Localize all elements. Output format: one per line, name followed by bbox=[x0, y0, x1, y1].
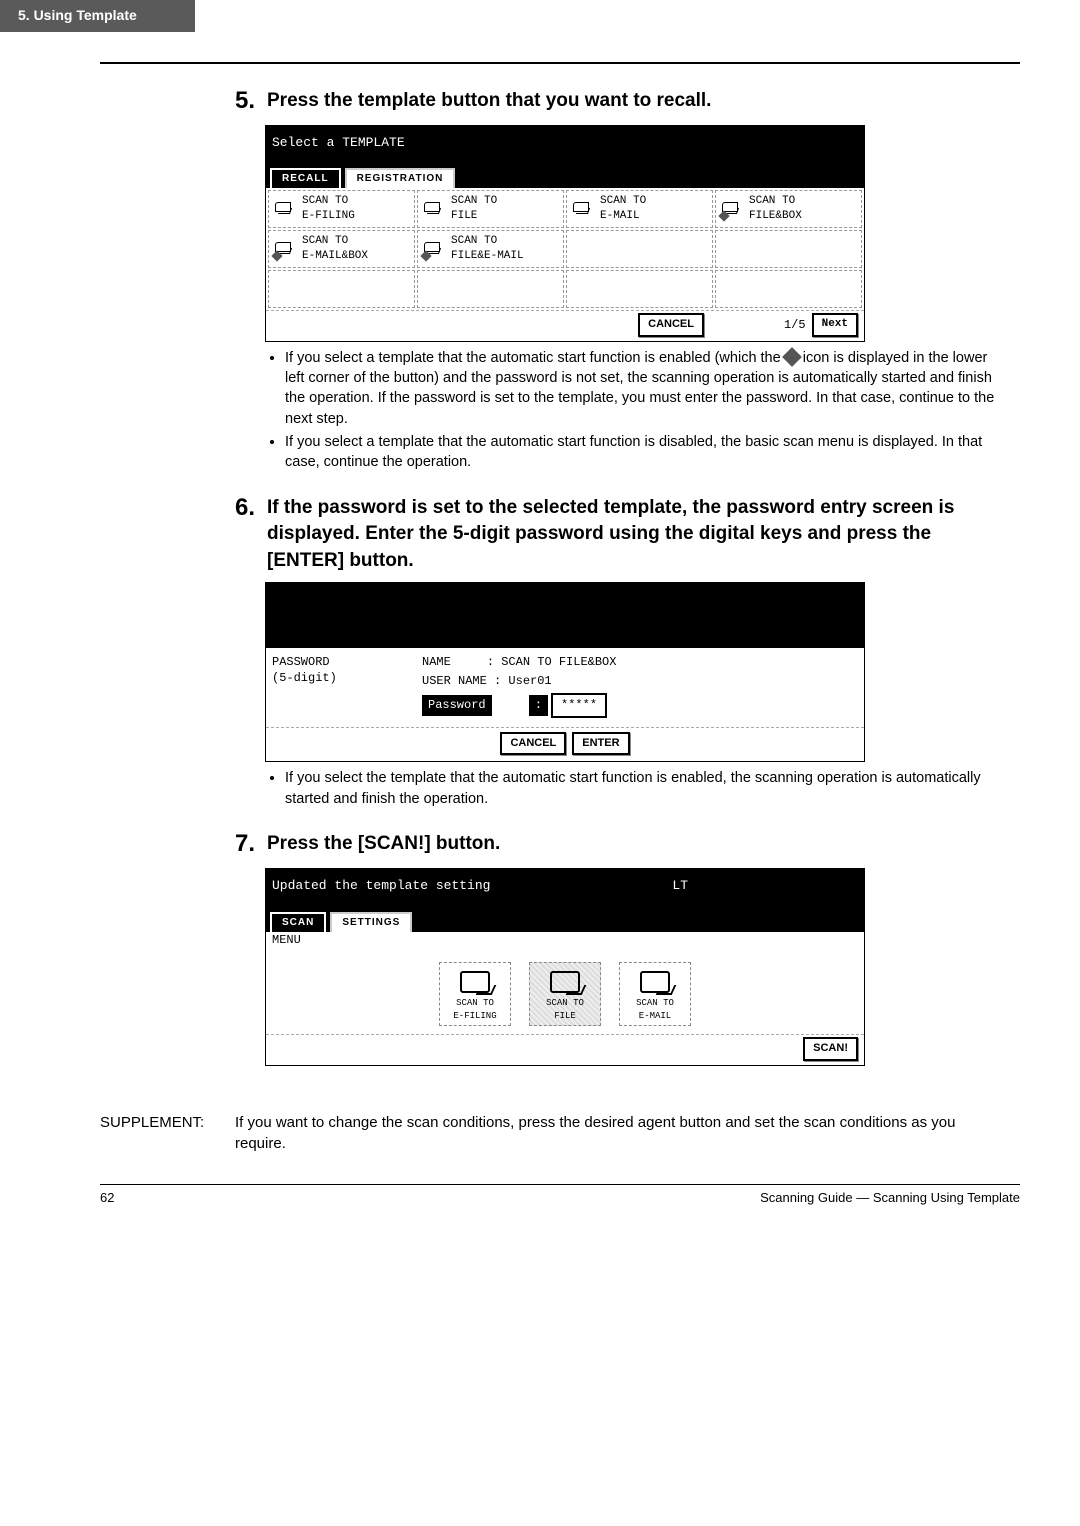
supplement: SUPPLEMENT: If you want to change the sc… bbox=[100, 1112, 995, 1154]
page-footer: 62 Scanning Guide — Scanning Using Templ… bbox=[100, 1184, 1020, 1207]
shot1-bottom: CANCEL 1/5 Next bbox=[266, 310, 864, 340]
password-body: PASSWORD (5-digit) NAME : SCAN TO FILE&B… bbox=[266, 648, 864, 727]
template-label: SCAN TO FILE&E-MAIL bbox=[451, 234, 524, 265]
template-empty bbox=[715, 230, 862, 268]
supplement-label: SUPPLEMENT: bbox=[100, 1112, 235, 1133]
template-grid: SCAN TO E-FILING SCAN TO FILE SCAN TO E-… bbox=[266, 188, 864, 310]
scan-menu: SCAN TO E-FILING SCAN TO FILE SCAN TO E-… bbox=[266, 948, 864, 1034]
shot3-tabs: SCAN SETTINGS bbox=[266, 912, 864, 932]
template-label: SCAN TO FILE bbox=[451, 194, 497, 225]
bullet-text: If you select a template that the automa… bbox=[285, 350, 785, 366]
cancel-button[interactable]: CANCEL bbox=[638, 313, 704, 336]
step-6-number: 6. bbox=[235, 491, 267, 575]
name-value: : SCAN TO FILE&BOX bbox=[487, 655, 617, 669]
template-button[interactable]: SCAN TO E-FILING bbox=[268, 190, 415, 228]
scan-item-label: SCAN TO E-MAIL bbox=[636, 997, 674, 1022]
template-button[interactable]: SCAN TO FILE bbox=[417, 190, 564, 228]
password-input[interactable]: ***** bbox=[551, 693, 607, 718]
step-5-number: 5. bbox=[235, 84, 267, 118]
password-right: NAME : SCAN TO FILE&BOX USER NAME : User… bbox=[422, 654, 858, 721]
step-7-heading: Press the [SCAN!] button. bbox=[267, 827, 500, 861]
tab-registration[interactable]: REGISTRATION bbox=[345, 168, 456, 188]
scan-to-email[interactable]: SCAN TO E-MAIL bbox=[619, 962, 691, 1026]
screenshot-2: PASSWORD (5-digit) NAME : SCAN TO FILE&B… bbox=[265, 582, 865, 762]
step-6: 6. If the password is set to the selecte… bbox=[235, 491, 995, 575]
template-empty bbox=[268, 270, 415, 308]
username-value: : User01 bbox=[494, 674, 552, 688]
page-indicator: 1/5 bbox=[784, 317, 806, 334]
template-button[interactable]: SCAN TO FILE&E-MAIL bbox=[417, 230, 564, 268]
shot2-buttons: CANCEL ENTER bbox=[266, 727, 864, 761]
template-label: SCAN TO E-FILING bbox=[302, 194, 355, 225]
step5-bullets: If you select a template that the automa… bbox=[285, 348, 995, 473]
supplement-text: If you want to change the scan condition… bbox=[235, 1112, 995, 1154]
shot1-tabs: RECALL REGISTRATION bbox=[266, 168, 864, 188]
scan-item-label: SCAN TO E-FILING bbox=[453, 997, 496, 1022]
scan-item-label: SCAN TO FILE bbox=[546, 997, 584, 1022]
screenshot-1: Select a TEMPLATE RECALL REGISTRATION SC… bbox=[265, 125, 865, 342]
bullet-item: If you select a template that the automa… bbox=[285, 348, 995, 429]
step-7-number: 7. bbox=[235, 827, 267, 861]
pager: 1/5 Next bbox=[784, 313, 858, 336]
password-field-label: Password bbox=[422, 695, 492, 716]
bullet-item: If you select the template that the auto… bbox=[285, 768, 995, 809]
shot3-lt: LT bbox=[672, 877, 688, 895]
shot3-bottom: SCAN! bbox=[266, 1034, 864, 1064]
page-number: 62 bbox=[100, 1189, 114, 1207]
step-5-heading: Press the template button that you want … bbox=[267, 84, 711, 118]
scan-to-file[interactable]: SCAN TO FILE bbox=[529, 962, 601, 1026]
step6-bullets: If you select the template that the auto… bbox=[285, 768, 995, 809]
shot1-title: Select a TEMPLATE bbox=[266, 126, 864, 168]
shot3-title: Updated the template setting LT bbox=[266, 869, 864, 911]
template-button[interactable]: SCAN TO E-MAIL bbox=[566, 190, 713, 228]
password-label: PASSWORD bbox=[272, 654, 422, 671]
username-label: USER NAME bbox=[422, 674, 487, 688]
template-label: SCAN TO E-MAIL bbox=[600, 194, 646, 225]
scan-to-efiling[interactable]: SCAN TO E-FILING bbox=[439, 962, 511, 1026]
tab-scan[interactable]: SCAN bbox=[270, 912, 326, 932]
template-empty bbox=[715, 270, 862, 308]
menu-label: MENU bbox=[266, 932, 864, 949]
template-empty bbox=[566, 230, 713, 268]
template-label: SCAN TO E-MAIL&BOX bbox=[302, 234, 368, 265]
screenshot-3: Updated the template setting LT SCAN SET… bbox=[265, 868, 865, 1065]
template-button[interactable]: SCAN TO E-MAIL&BOX bbox=[268, 230, 415, 268]
bullet-item: If you select a template that the automa… bbox=[285, 432, 995, 473]
chapter-header: 5. Using Template bbox=[0, 0, 195, 32]
tab-recall[interactable]: RECALL bbox=[270, 168, 341, 188]
password-hint: (5-digit) bbox=[272, 670, 422, 687]
template-empty bbox=[417, 270, 564, 308]
step-7: 7. Press the [SCAN!] button. bbox=[235, 827, 995, 861]
template-empty bbox=[566, 270, 713, 308]
template-label: SCAN TO FILE&BOX bbox=[749, 194, 802, 225]
main-content: 5. Press the template button that you wa… bbox=[0, 64, 1080, 1102]
template-button[interactable]: SCAN TO FILE&BOX bbox=[715, 190, 862, 228]
step-6-heading: If the password is set to the selected t… bbox=[267, 491, 995, 575]
tab-settings[interactable]: SETTINGS bbox=[330, 912, 412, 932]
step-5: 5. Press the template button that you wa… bbox=[235, 84, 995, 118]
enter-button[interactable]: ENTER bbox=[572, 732, 629, 755]
password-left: PASSWORD (5-digit) bbox=[272, 654, 422, 721]
shot2-blank-title bbox=[266, 583, 864, 647]
password-colon: : bbox=[529, 695, 548, 716]
next-button[interactable]: Next bbox=[812, 313, 858, 336]
cancel-button[interactable]: CANCEL bbox=[500, 732, 566, 755]
footer-title: Scanning Guide — Scanning Using Template bbox=[760, 1189, 1020, 1207]
shot3-status: Updated the template setting bbox=[272, 877, 490, 895]
scan-button[interactable]: SCAN! bbox=[803, 1037, 858, 1060]
name-label: NAME bbox=[422, 655, 451, 669]
